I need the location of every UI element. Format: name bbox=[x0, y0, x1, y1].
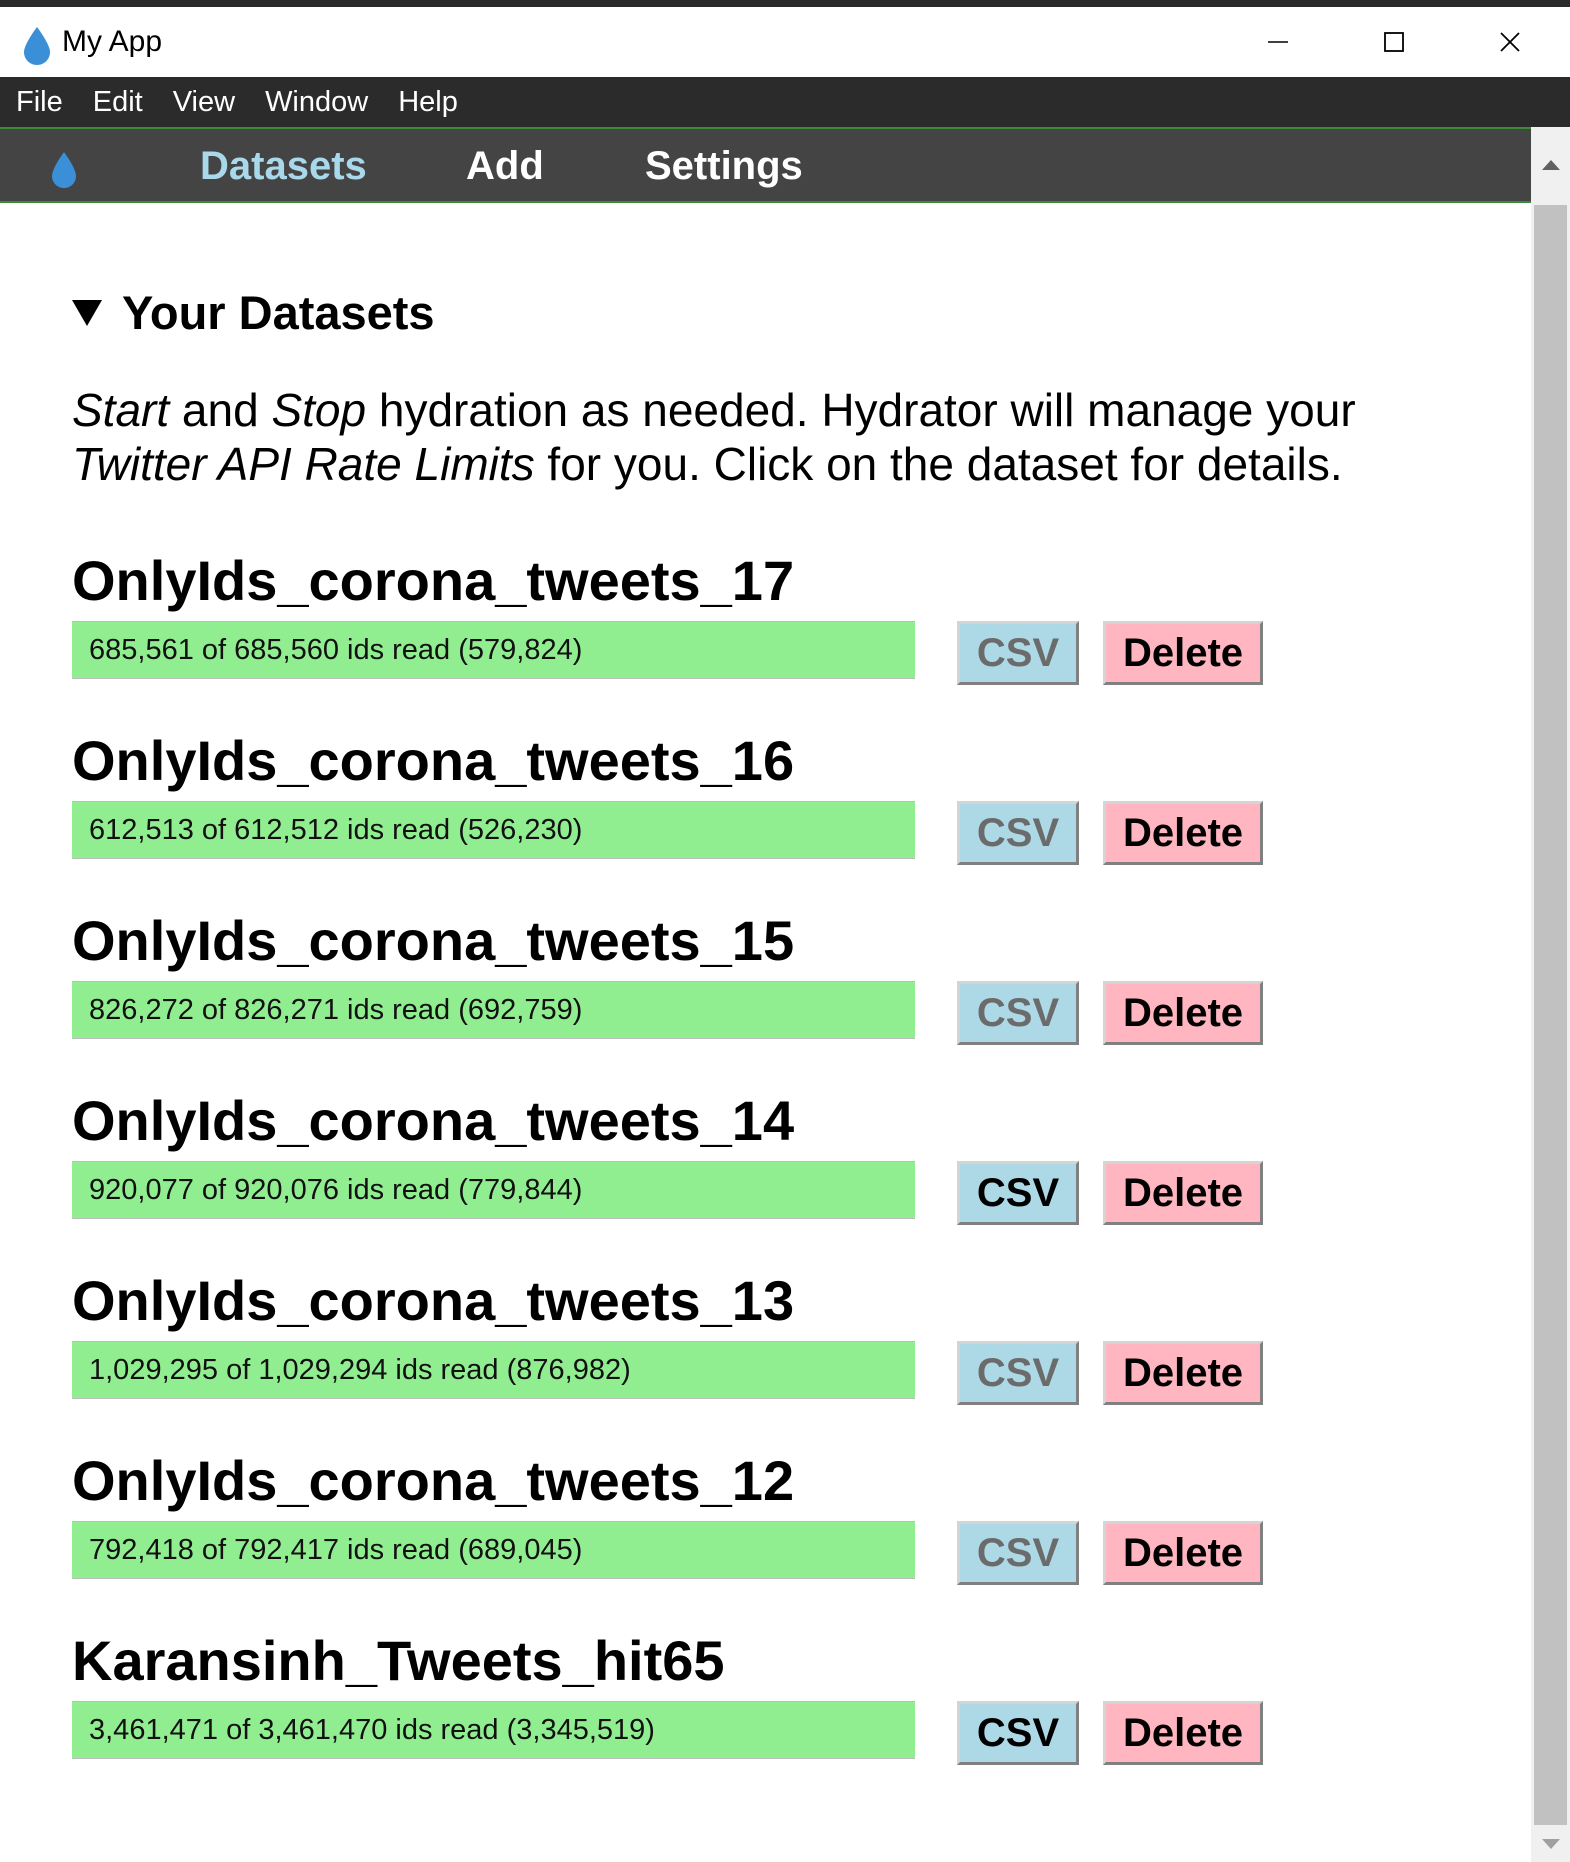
scroll-thumb[interactable] bbox=[1534, 205, 1567, 1825]
minimize-button[interactable] bbox=[1220, 7, 1336, 77]
dataset-item: OnlyIds_corona_tweets_17 685,561 of 685,… bbox=[72, 548, 1372, 698]
title-bar[interactable]: My App bbox=[0, 7, 1570, 77]
dataset-item: OnlyIds_corona_tweets_13 1,029,295 of 1,… bbox=[72, 1268, 1372, 1418]
progress-bar: 1,029,295 of 1,029,294 ids read (876,982… bbox=[72, 1341, 915, 1399]
disclosure-triangle-icon bbox=[72, 299, 102, 326]
delete-button[interactable]: Delete bbox=[1103, 1521, 1263, 1585]
csv-button[interactable]: CSV bbox=[957, 1701, 1079, 1765]
close-button[interactable] bbox=[1452, 7, 1568, 77]
intro-rest2: for you. Click on the dataset for detail… bbox=[534, 438, 1343, 490]
intro-stop: Stop bbox=[271, 384, 367, 436]
vertical-scrollbar[interactable] bbox=[1531, 127, 1570, 1862]
dataset-item: OnlyIds_corona_tweets_15 826,272 of 826,… bbox=[72, 908, 1372, 1058]
water-drop-icon bbox=[24, 27, 50, 65]
progress-bar: 3,461,471 of 3,461,470 ids read (3,345,5… bbox=[72, 1701, 915, 1759]
nav-add[interactable]: Add bbox=[466, 129, 544, 203]
progress-bar: 826,272 of 826,271 ids read (692,759) bbox=[72, 981, 915, 1039]
nav-datasets[interactable]: Datasets bbox=[200, 129, 367, 203]
csv-button[interactable]: CSV bbox=[957, 1521, 1079, 1585]
scroll-down-button[interactable] bbox=[1531, 1826, 1570, 1862]
dataset-item: OnlyIds_corona_tweets_16 612,513 of 612,… bbox=[72, 728, 1372, 878]
intro-limits: Twitter API Rate Limits bbox=[72, 438, 535, 490]
scroll-up-button[interactable] bbox=[1531, 127, 1570, 203]
intro-and: and bbox=[169, 384, 272, 436]
dataset-name[interactable]: OnlyIds_corona_tweets_12 bbox=[72, 1448, 794, 1514]
dataset-name[interactable]: OnlyIds_corona_tweets_14 bbox=[72, 1088, 794, 1154]
dataset-item: Karansinh_Tweets_hit65 3,461,471 of 3,46… bbox=[72, 1628, 1372, 1778]
delete-button[interactable]: Delete bbox=[1103, 621, 1263, 685]
arrow-down-icon bbox=[1541, 1839, 1560, 1849]
window-top-border bbox=[0, 0, 1570, 7]
intro-rest1: hydration as needed. Hydrator will manag… bbox=[366, 384, 1356, 436]
delete-button[interactable]: Delete bbox=[1103, 981, 1263, 1045]
close-icon bbox=[1500, 32, 1520, 52]
menu-edit[interactable]: Edit bbox=[78, 77, 158, 127]
delete-button[interactable]: Delete bbox=[1103, 1701, 1263, 1765]
menu-bar: File Edit View Window Help bbox=[0, 77, 1570, 127]
water-drop-icon[interactable] bbox=[50, 151, 78, 189]
progress-text: 920,077 of 920,076 ids read (779,844) bbox=[89, 1174, 583, 1206]
nav-settings[interactable]: Settings bbox=[645, 129, 803, 203]
intro-text: Start and Stop hydration as needed. Hydr… bbox=[72, 383, 1472, 491]
progress-bar: 920,077 of 920,076 ids read (779,844) bbox=[72, 1161, 915, 1219]
progress-text: 685,561 of 685,560 ids read (579,824) bbox=[89, 634, 583, 666]
csv-button[interactable]: CSV bbox=[957, 1161, 1079, 1225]
app-window: My App File Edit View Window Help Datase… bbox=[0, 0, 1570, 1862]
menu-help[interactable]: Help bbox=[383, 77, 473, 127]
maximize-button[interactable] bbox=[1336, 7, 1452, 77]
maximize-icon bbox=[1384, 32, 1404, 52]
dataset-name[interactable]: OnlyIds_corona_tweets_16 bbox=[72, 728, 794, 794]
intro-start: Start bbox=[72, 384, 170, 436]
progress-text: 612,513 of 612,512 ids read (526,230) bbox=[89, 814, 583, 846]
csv-button[interactable]: CSV bbox=[957, 1341, 1079, 1405]
menu-file[interactable]: File bbox=[0, 77, 78, 127]
csv-button[interactable]: CSV bbox=[957, 621, 1079, 685]
dataset-name[interactable]: OnlyIds_corona_tweets_15 bbox=[72, 908, 794, 974]
arrow-up-icon bbox=[1541, 160, 1560, 170]
delete-button[interactable]: Delete bbox=[1103, 801, 1263, 865]
datasets-section-toggle[interactable]: Your Datasets bbox=[72, 285, 435, 340]
dataset-name[interactable]: Karansinh_Tweets_hit65 bbox=[72, 1628, 725, 1694]
progress-text: 3,461,471 of 3,461,470 ids read (3,345,5… bbox=[89, 1714, 655, 1746]
dataset-name[interactable]: OnlyIds_corona_tweets_17 bbox=[72, 548, 794, 614]
csv-button[interactable]: CSV bbox=[957, 801, 1079, 865]
delete-button[interactable]: Delete bbox=[1103, 1161, 1263, 1225]
window-title: My App bbox=[62, 25, 163, 58]
progress-text: 792,418 of 792,417 ids read (689,045) bbox=[89, 1534, 583, 1566]
progress-text: 826,272 of 826,271 ids read (692,759) bbox=[89, 994, 583, 1026]
csv-button[interactable]: CSV bbox=[957, 981, 1079, 1045]
minimize-icon bbox=[1268, 41, 1288, 43]
menu-window[interactable]: Window bbox=[250, 77, 383, 127]
menu-view[interactable]: View bbox=[158, 77, 250, 127]
dataset-name[interactable]: OnlyIds_corona_tweets_13 bbox=[72, 1268, 794, 1334]
section-title: Your Datasets bbox=[122, 286, 435, 339]
progress-text: 1,029,295 of 1,029,294 ids read (876,982… bbox=[89, 1354, 631, 1386]
dataset-item: OnlyIds_corona_tweets_14 920,077 of 920,… bbox=[72, 1088, 1372, 1238]
progress-bar: 792,418 of 792,417 ids read (689,045) bbox=[72, 1521, 915, 1579]
progress-bar: 612,513 of 612,512 ids read (526,230) bbox=[72, 801, 915, 859]
dataset-item: OnlyIds_corona_tweets_12 792,418 of 792,… bbox=[72, 1448, 1372, 1598]
progress-bar: 685,561 of 685,560 ids read (579,824) bbox=[72, 621, 915, 679]
delete-button[interactable]: Delete bbox=[1103, 1341, 1263, 1405]
nav-bar: Datasets Add Settings bbox=[0, 127, 1531, 203]
